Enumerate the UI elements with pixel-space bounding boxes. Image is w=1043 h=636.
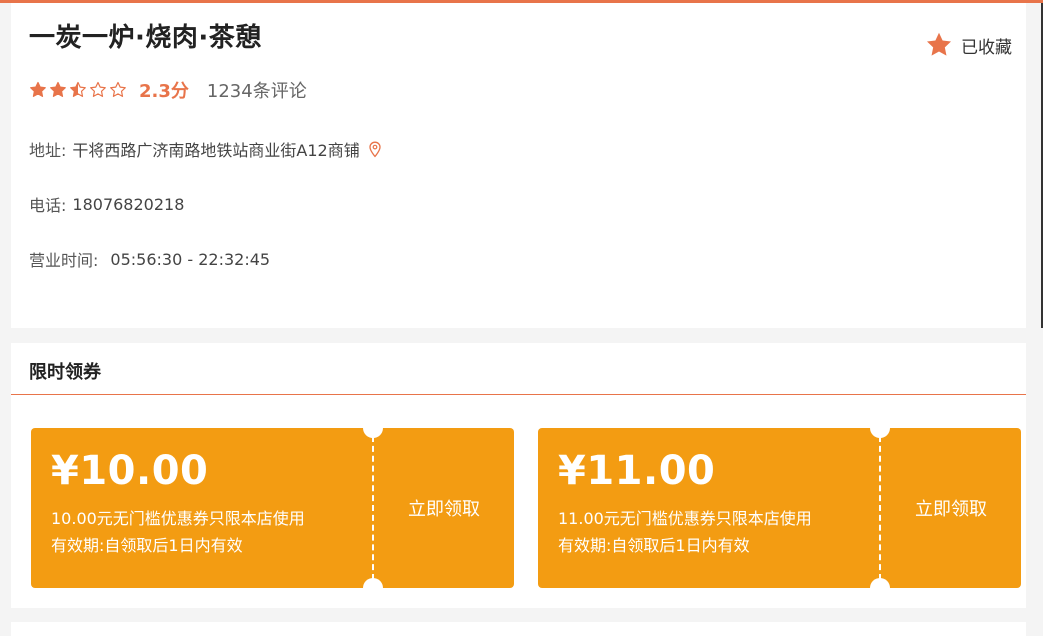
section-divider [11,394,1026,395]
phone-value[interactable]: 18076820218 [72,195,184,214]
coupon-section: 限时领券 ¥10.00 10.00元无门槛优惠券只限本店使用 有效期:自领取后1… [11,343,1026,608]
favorite-label: 已收藏 [961,37,1012,58]
claim-coupon-button[interactable]: 立即领取 [374,428,514,588]
star-empty-icon [110,81,126,97]
claim-coupon-button[interactable]: 立即领取 [881,428,1021,588]
coupon-validity: 有效期:自领取后1日内有效 [51,536,243,555]
coupon-amount: ¥11.00 [558,448,716,494]
hours-label: 营业时间: [29,251,99,270]
location-pin-icon[interactable] [368,141,382,158]
star-empty-icon [90,81,106,97]
phone-row: 电话: 18076820218 [29,192,184,216]
coupon-card: ¥10.00 10.00元无门槛优惠券只限本店使用 有效期:自领取后1日内有效 … [31,428,514,588]
hours-row: 营业时间: 05:56:30 - 22:32:45 [29,247,270,271]
star-half-icon [70,81,86,97]
coupon-scallop-edge [31,428,36,588]
coupon-card: ¥11.00 11.00元无门槛优惠券只限本店使用 有效期:自领取后1日内有效 … [538,428,1021,588]
next-section-card [11,622,1026,636]
rating-stars [29,81,127,99]
coupon-amount: ¥10.00 [51,448,209,494]
star-filled-icon [30,81,46,97]
coupon-description: 10.00元无门槛优惠券只限本店使用 [51,509,305,528]
rating-row: 2.3分 1234条评论 [29,77,307,103]
favorite-button[interactable]: 已收藏 [925,31,1012,59]
address-value: 干将西路广济南路地铁站商业街A12商铺 [72,141,360,160]
address-label: 地址: [29,141,67,160]
shop-title: 一炭一炉·烧肉·茶憩 [29,23,262,53]
rating-score: 2.3分 [139,81,189,102]
hours-value: 05:56:30 - 22:32:45 [110,249,271,269]
star-icon [926,32,952,56]
coupon-description: 11.00元无门槛优惠券只限本店使用 [558,509,812,528]
section-title: 限时领券 [29,362,101,383]
phone-label: 电话: [29,196,67,215]
address-row: 地址: 干将西路广济南路地铁站商业街A12商铺 [29,137,382,161]
review-count[interactable]: 1234条评论 [207,77,307,103]
coupon-scallop-edge [538,428,543,588]
coupon-validity: 有效期:自领取后1日内有效 [558,536,750,555]
star-filled-icon [50,81,66,97]
shop-info-card: 一炭一炉·烧肉·茶憩 已收藏 2.3分 1234条评论 地址: 干将西路广济南路… [11,3,1026,328]
